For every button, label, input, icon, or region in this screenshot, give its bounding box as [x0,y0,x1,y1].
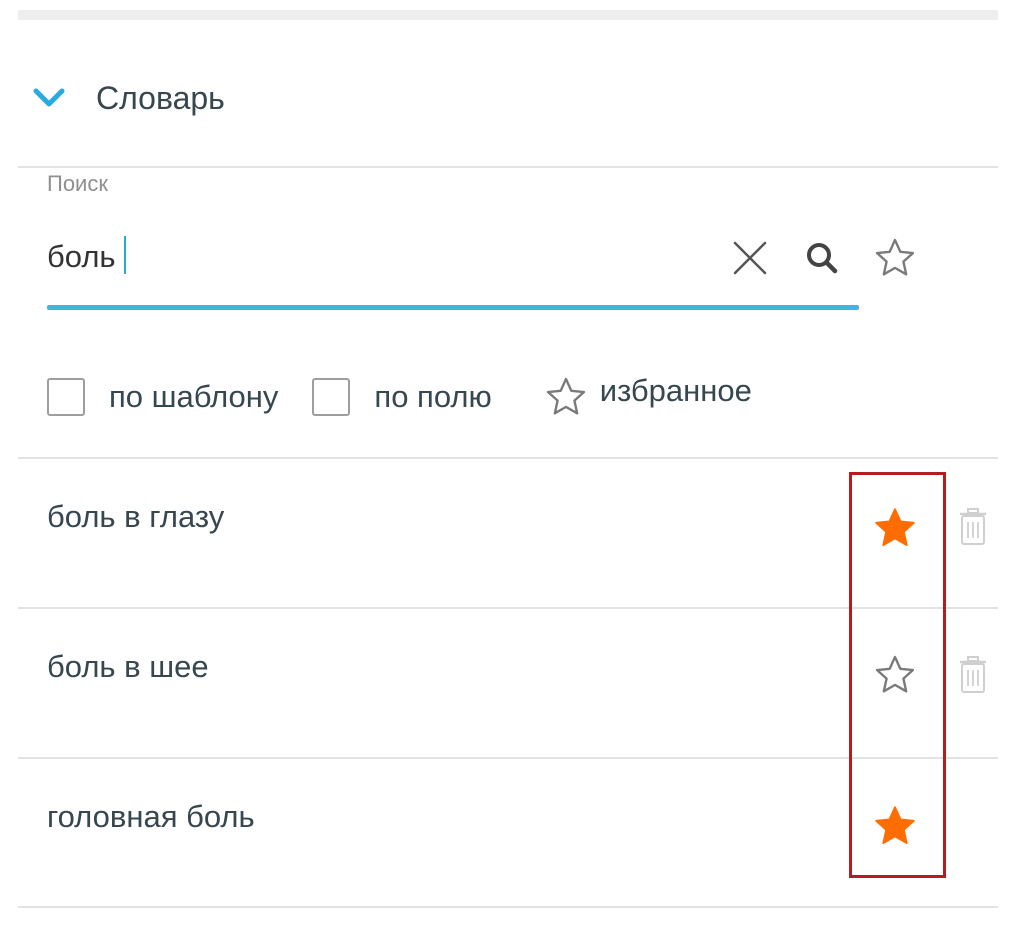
by-field-label[interactable]: по полю [374,379,491,415]
star-outline-icon [546,377,585,415]
list-item[interactable]: боль в шее [18,609,998,759]
star-filled-icon[interactable] [872,505,918,551]
search-icon [807,243,838,274]
favorites-filter-label: избранное [599,373,752,408]
chevron-down-icon[interactable] [32,86,66,110]
search-label: Поиск [47,171,108,196]
section-divider [18,166,998,168]
list-item[interactable]: боль в глазу [18,459,998,609]
list-item-label: боль в глазу [47,499,225,534]
list-item[interactable]: головная боль [18,759,998,909]
section-title: Словарь [96,79,225,116]
star-filled-icon[interactable] [872,803,918,849]
trash-icon[interactable] [957,655,989,695]
add-favorite-button[interactable] [872,235,918,281]
by-template-checkbox[interactable] [47,378,85,416]
text-caret [124,236,126,274]
star-outline-icon[interactable] [873,653,917,697]
by-field-checkbox[interactable] [312,378,351,416]
filters-bar: по шаблону по полю избранное [47,372,752,422]
list-item-label: головная боль [47,799,255,834]
search-underline [47,305,859,310]
favorites-filter[interactable]: избранное [544,373,752,419]
section-header[interactable]: Словарь [32,68,225,128]
list-item-label: боль в шее [47,649,209,684]
star-outline-icon [875,238,915,276]
trash-icon[interactable] [957,507,989,547]
search-input[interactable] [47,233,717,281]
list-bottom-divider [18,906,998,908]
by-template-label[interactable]: по шаблону [109,379,278,415]
search-button[interactable] [802,238,842,278]
dictionary-panel: Словарь Поиск по шаблону по полю избран [0,0,1025,944]
clear-search-button[interactable] [728,236,772,280]
close-icon [733,241,767,275]
top-divider [18,10,998,20]
